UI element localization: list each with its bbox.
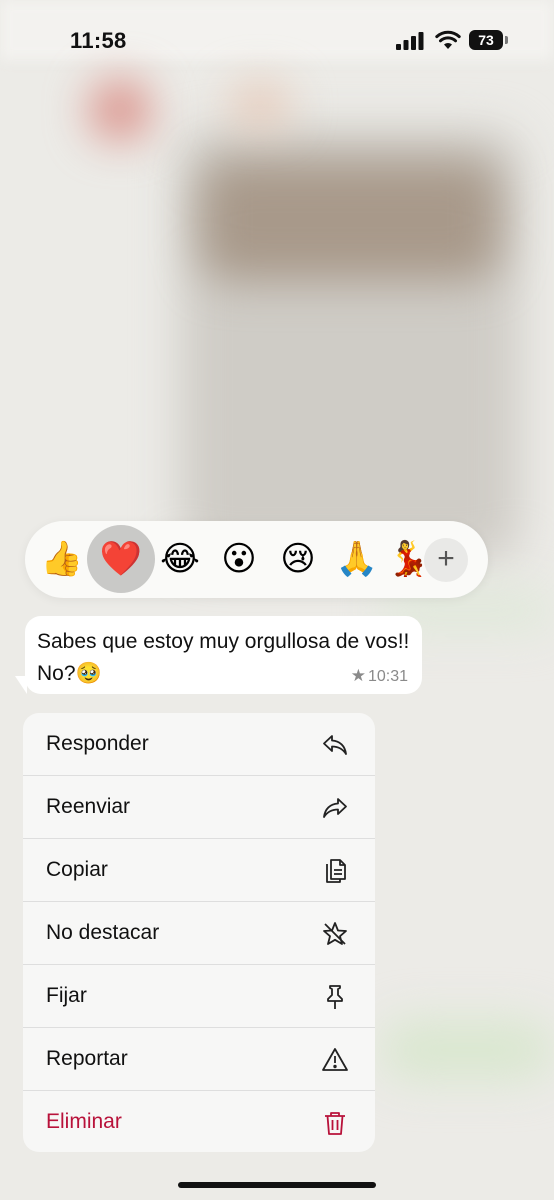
forward-icon	[323, 798, 347, 818]
reaction-crying[interactable]: 😢	[273, 534, 323, 584]
menu-item-copy[interactable]: Copiar	[23, 839, 375, 902]
menu-item-label: Eliminar	[46, 1110, 122, 1133]
message-bubble[interactable]: Sabes que estoy muy orgullosa de vos!! N…	[25, 616, 422, 694]
message-time: 10:31	[367, 668, 408, 685]
menu-item-label: No destacar	[46, 921, 160, 944]
menu-item-report[interactable]: Reportar	[23, 1028, 375, 1091]
status-bar: 11:58 73	[0, 0, 554, 80]
reaction-dancer[interactable]: 💃	[387, 534, 427, 584]
copy-icon	[326, 859, 346, 883]
menu-item-unstar[interactable]: No destacar	[23, 902, 375, 965]
unstar-icon	[323, 922, 347, 945]
menu-item-forward[interactable]: Reenviar	[23, 776, 375, 839]
reply-icon	[323, 735, 347, 755]
pin-icon	[327, 985, 343, 1009]
battery-level: 73	[469, 30, 503, 50]
menu-item-delete[interactable]: Eliminar	[23, 1091, 375, 1152]
trash-icon	[325, 1112, 345, 1135]
reaction-tears-of-joy[interactable]: 😂	[155, 534, 205, 584]
menu-item-label: Responder	[46, 732, 149, 755]
menu-item-label: Reenviar	[46, 795, 131, 818]
message-meta: ★ 10:31	[351, 666, 408, 686]
menu-item-label: Fijar	[46, 984, 87, 1007]
warning-icon	[322, 1048, 348, 1071]
reaction-bar: 👍 ❤️ 😂 😮 😢 🙏 💃 +	[25, 521, 488, 598]
menu-item-pin[interactable]: Fijar	[23, 965, 375, 1028]
cellular-signal-icon	[396, 32, 424, 50]
context-menu: Responder Reenviar Copiar No destacar Fi…	[23, 713, 375, 1152]
home-indicator[interactable]	[178, 1182, 376, 1188]
reaction-folded-hands[interactable]: 🙏	[332, 534, 382, 584]
status-time: 11:58	[70, 28, 127, 53]
menu-item-reply[interactable]: Responder	[23, 713, 375, 776]
menu-item-label: Copiar	[46, 858, 108, 881]
more-reactions-button[interactable]: +	[424, 538, 468, 582]
reaction-surprised[interactable]: 😮	[214, 534, 264, 584]
battery-icon: 73	[469, 30, 509, 50]
menu-item-label: Reportar	[46, 1047, 128, 1070]
starred-icon: ★	[350, 666, 366, 685]
reaction-red-heart[interactable]: ❤️	[87, 525, 155, 593]
reaction-thumbs-up[interactable]: 👍	[37, 534, 87, 584]
wifi-icon	[435, 30, 461, 49]
